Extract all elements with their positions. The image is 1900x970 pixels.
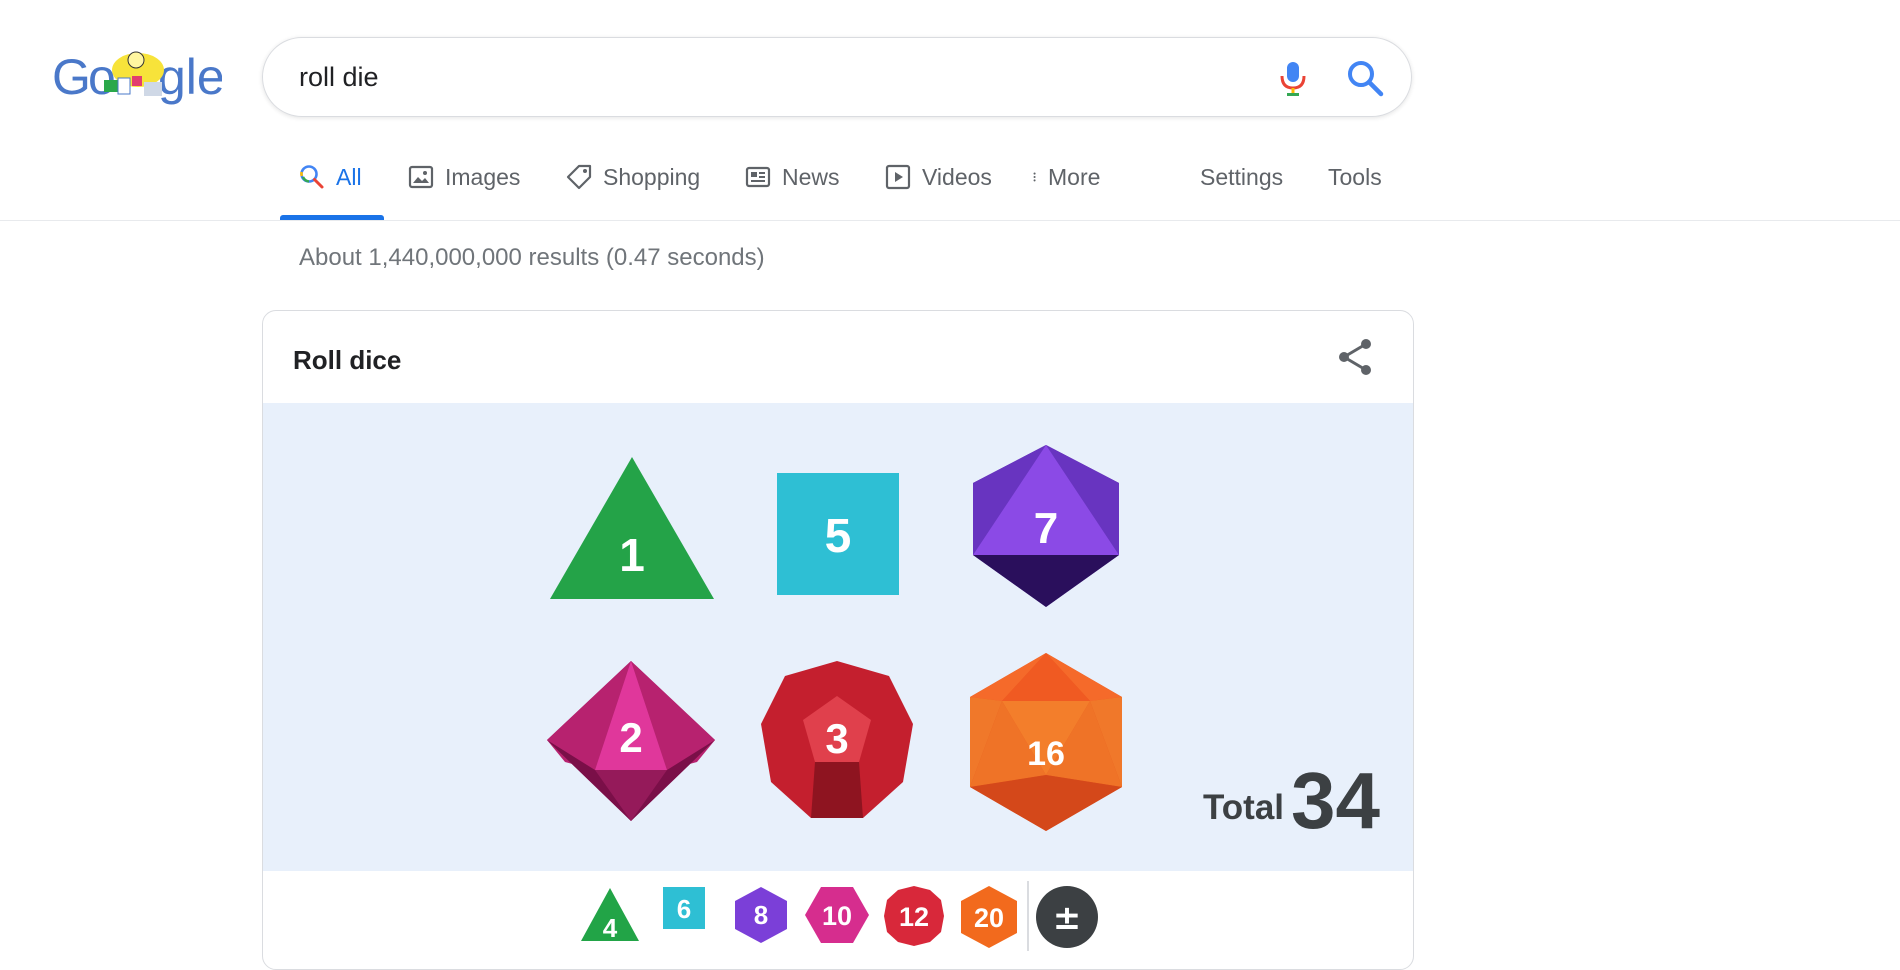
d20-die[interactable]: 16 [966, 651, 1126, 833]
search-icon[interactable] [1343, 56, 1387, 100]
card-title: Roll dice [293, 345, 402, 375]
tab-label: News [782, 164, 840, 190]
d4-die-value: 1 [619, 529, 645, 581]
tab-label: Videos [922, 164, 992, 190]
picker-label: 12 [899, 902, 929, 932]
tab-label: All [336, 164, 362, 190]
tab-label: Shopping [603, 164, 701, 190]
share-icon[interactable] [1333, 335, 1377, 379]
d8-die[interactable]: 7 [971, 443, 1121, 609]
tab-settings[interactable]: Settings [1200, 150, 1283, 220]
tab-label: Tools [1328, 164, 1382, 190]
add-d20-button[interactable]: 20 [959, 885, 1019, 949]
dice-roller-card: Roll dice 1 5 7 2 3 16 Total 34 4 6 8 10… [262, 310, 1414, 970]
d8-die-value: 7 [1034, 504, 1058, 553]
tab-label: More [1048, 164, 1101, 190]
tab-label: Images [445, 164, 521, 190]
picker-label: ± [1053, 898, 1082, 938]
tab-shopping[interactable]: Shopping [565, 150, 700, 220]
d4-die[interactable]: 1 [547, 453, 717, 603]
tag-icon [566, 164, 592, 190]
tab-images[interactable]: Images [407, 150, 520, 220]
add-d12-button[interactable]: 12 [883, 885, 945, 947]
google-doodle-logo[interactable]: G o gle [52, 48, 222, 108]
search-input[interactable] [299, 56, 1199, 98]
total-value: 34 [1291, 756, 1380, 845]
picker-label: 20 [974, 903, 1004, 933]
total-label: Total [1203, 788, 1285, 827]
add-d8-button[interactable]: 8 [733, 885, 789, 945]
tab-tools[interactable]: Tools [1328, 150, 1382, 220]
d12-die-value: 3 [825, 715, 848, 762]
svg-text:G: G [52, 49, 91, 105]
d6-die-value: 5 [825, 510, 852, 563]
d10-die[interactable]: 2 [545, 658, 717, 824]
result-stats: About 1,440,000,000 results (0.47 second… [299, 244, 765, 271]
d10-die-value: 2 [619, 714, 642, 761]
picker-label: 4 [603, 913, 618, 943]
add-d6-button[interactable]: 6 [663, 885, 707, 931]
dice-picker: 4 6 8 10 12 20 ± [263, 871, 1413, 969]
image-icon [408, 165, 434, 189]
d20-die-value: 16 [1027, 735, 1065, 773]
svg-text:o: o [88, 49, 116, 105]
svg-text:gle: gle [158, 49, 222, 105]
dice-roll-area[interactable]: 1 5 7 2 3 16 Total 34 [263, 403, 1413, 871]
tab-all[interactable]: All [280, 150, 384, 220]
more-vert-icon [1033, 172, 1036, 182]
tab-news[interactable]: News [744, 150, 840, 220]
add-d10-button[interactable]: 10 [803, 885, 871, 945]
search-box[interactable] [262, 37, 1412, 117]
play-video-icon [885, 164, 911, 190]
tab-videos[interactable]: Videos [884, 150, 992, 220]
newspaper-icon [745, 166, 771, 188]
picker-divider [1027, 881, 1029, 951]
d6-die[interactable]: 5 [777, 473, 899, 595]
picker-label: 6 [677, 894, 691, 924]
modifier-plus-minus-button[interactable]: ± [1035, 885, 1099, 949]
tab-more[interactable]: More [1032, 150, 1100, 220]
search-icon [300, 165, 324, 189]
tab-label: Settings [1200, 164, 1284, 190]
picker-label: 10 [822, 901, 852, 931]
header-divider [0, 220, 1900, 221]
d12-die[interactable]: 3 [759, 658, 915, 824]
picker-label: 8 [754, 900, 768, 930]
microphone-icon[interactable] [1273, 58, 1313, 98]
add-d4-button[interactable]: 4 [579, 885, 641, 943]
